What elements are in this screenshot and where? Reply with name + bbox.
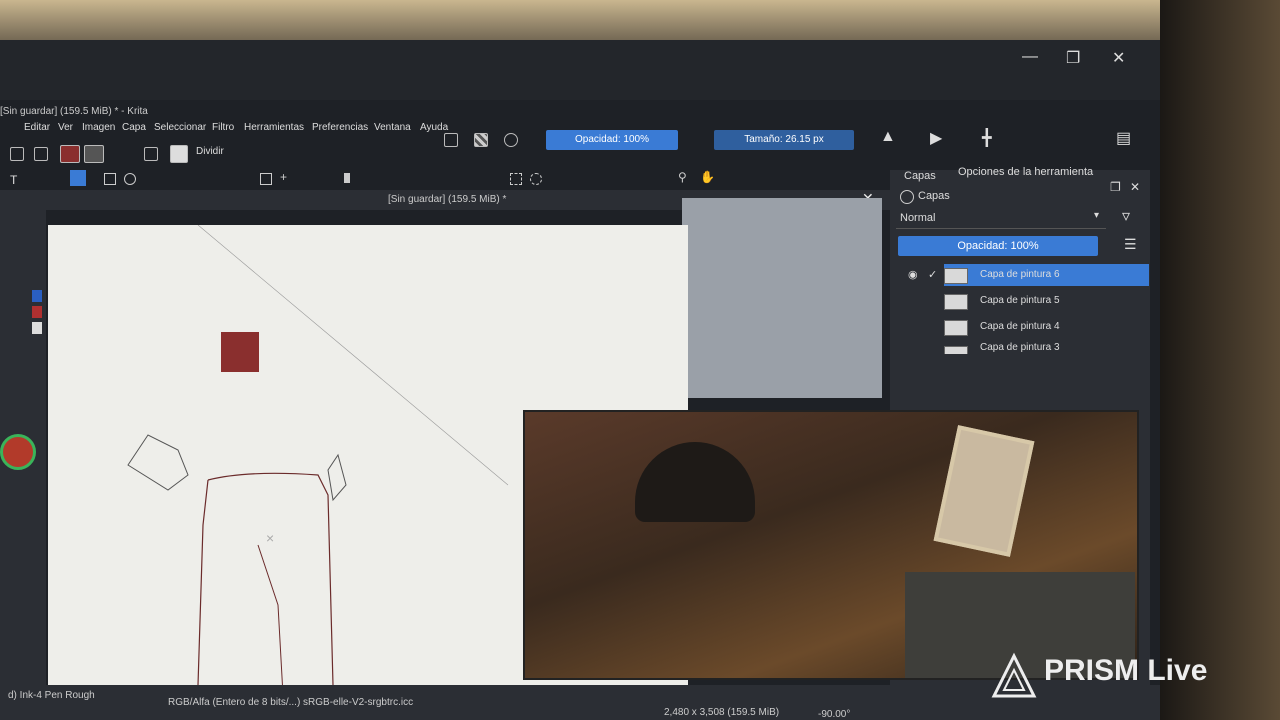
color-swatch-blue[interactable] (32, 290, 42, 302)
layer-list: Capa de pintura 6 Capa de pintura 5 Capa… (894, 264, 1149, 354)
layer-thumbnail (944, 268, 968, 284)
layer-item[interactable]: Capa de pintura 6 (944, 264, 1149, 286)
panel-layout-icon[interactable]: ▤ (1116, 128, 1131, 148)
red-square-shape (221, 332, 259, 372)
picture-frame (933, 425, 1035, 557)
menu-item[interactable]: Ver (58, 122, 73, 133)
canvas-background (682, 198, 882, 398)
prism-logo-icon (991, 652, 1037, 698)
close-docker-icon[interactable]: ✕ (1130, 180, 1140, 194)
current-brush: d) Ink-4 Pen Rough (8, 690, 95, 701)
layers-header: Capas (918, 190, 950, 202)
blend-mode-value: Normal (900, 212, 936, 224)
restore-icon[interactable]: ❐ (1066, 48, 1080, 68)
ellipse-select-icon[interactable] (530, 173, 542, 185)
document-tab-title[interactable]: [Sin guardar] (159.5 MiB) * (388, 194, 506, 205)
title-bar: — ❐ ✕ (0, 40, 1160, 100)
menu-icon[interactable]: ☰ (1124, 236, 1137, 253)
rect-select-icon[interactable] (510, 173, 522, 185)
move-tool-icon[interactable]: + (280, 170, 287, 184)
transform-tool-icon[interactable] (260, 173, 272, 185)
menu-item[interactable]: Seleccionar (154, 122, 206, 133)
menu-item[interactable]: Preferencias (312, 122, 368, 133)
mirror-vertical-icon[interactable]: ▶ (930, 128, 942, 148)
camera-video-overlay (523, 410, 1139, 680)
layer-thumbnail (944, 346, 968, 354)
minimize-icon[interactable]: — (1022, 48, 1038, 66)
krita-window: — ❐ ✕ [Sin guardar] (159.5 MiB) * - Krit… (0, 40, 1160, 720)
gradient-icon[interactable] (144, 147, 158, 161)
image-size: 2,480 x 3,508 (159.5 MiB) (664, 707, 780, 718)
filter-icon[interactable]: ▿ (1122, 206, 1130, 226)
left-docker (0, 210, 46, 690)
layer-name: Capa de pintura 6 (980, 269, 1060, 280)
opacity-slider[interactable]: Opacidad: 100% (546, 130, 678, 150)
rotation-value: -90.00° (818, 709, 851, 720)
layer-name: Capa de pintura 3 (980, 342, 1060, 353)
text-tool-icon[interactable]: T (10, 173, 17, 187)
checkmark-icon: ✓ (928, 269, 938, 281)
layer-item[interactable]: Capa de pintura 3 (944, 342, 1149, 354)
color-swatch-white[interactable] (32, 322, 42, 334)
reload-icon[interactable] (504, 133, 518, 147)
pan-icon[interactable]: ✋ (700, 170, 715, 184)
size-slider[interactable]: Tamaño: 26.15 px (714, 130, 854, 150)
tool-options-bar: T + ⚲ ✋ (0, 170, 760, 192)
brush-toolbar: Dividir Opacidad: 100% Tamaño: 26.15 px … (0, 128, 1131, 166)
save-icon[interactable] (34, 147, 48, 161)
menu-item[interactable]: Ventana (374, 122, 411, 133)
alpha-lock-icon[interactable] (474, 133, 488, 147)
tab-layers[interactable]: Capas (904, 170, 936, 182)
window-title: [Sin guardar] (159.5 MiB) * - Krita (0, 106, 148, 117)
brush-preset-icon[interactable] (170, 145, 188, 163)
mirror-horizontal-icon[interactable]: ▲ (880, 128, 896, 146)
layer-thumbnail (944, 294, 968, 310)
person-figure (635, 442, 755, 522)
layers-docker-icon (900, 190, 914, 204)
tab-tool-options[interactable]: Opciones de la herramienta (958, 166, 1093, 178)
menu-item[interactable]: Imagen (82, 122, 115, 133)
menu-item[interactable]: Filtro (212, 122, 234, 133)
float-docker-icon[interactable]: ❐ (1110, 180, 1121, 194)
background-color-icon[interactable] (84, 145, 104, 163)
layer-thumbnail (944, 320, 968, 336)
monitor-bezel-right (1160, 0, 1280, 720)
menu-item[interactable]: Herramientas (244, 122, 304, 133)
layer-name: Capa de pintura 4 (980, 321, 1060, 332)
menu-item[interactable]: Capa (122, 122, 146, 133)
rectangle-tool-icon[interactable] (104, 173, 116, 185)
color-profile: RGB/Alfa (Entero de 8 bits/...) sRGB-ell… (168, 697, 414, 708)
freehand-brush-icon[interactable] (70, 170, 86, 186)
menu-item[interactable]: Editar (24, 122, 50, 133)
layer-item[interactable]: Capa de pintura 4 (944, 316, 1149, 338)
color-swatch-red[interactable] (32, 306, 42, 318)
eraser-icon[interactable] (444, 133, 458, 147)
foreground-color-icon[interactable] (60, 145, 80, 163)
layer-item[interactable]: Capa de pintura 5 (944, 290, 1149, 312)
close-icon[interactable]: ✕ (1112, 48, 1125, 68)
menu-item[interactable]: Ayuda (420, 122, 448, 133)
layer-name: Capa de pintura 5 (980, 295, 1060, 306)
new-document-icon[interactable] (10, 147, 24, 161)
blend-mode-select[interactable]: Normal ▾ (896, 208, 1106, 229)
prism-live-watermark: PRISM Live (1044, 654, 1208, 687)
eyedropper-icon[interactable] (344, 173, 350, 183)
canvas-cursor-mark: × (266, 530, 274, 546)
status-bar: d) Ink-4 Pen Rough RGB/Alfa (Entero de 8… (0, 685, 1160, 720)
zoom-icon[interactable]: ⚲ (678, 170, 687, 184)
ellipse-tool-icon[interactable] (124, 173, 136, 185)
split-label[interactable]: Dividir (196, 146, 224, 157)
layer-opacity-slider[interactable]: Opacidad: 100% (898, 236, 1098, 256)
wrap-around-icon[interactable]: ╋ (982, 128, 992, 148)
color-wheel-icon[interactable] (0, 434, 36, 470)
visibility-eye-icon[interactable]: ◉ (908, 268, 918, 281)
chevron-down-icon: ▾ (1094, 210, 1100, 221)
